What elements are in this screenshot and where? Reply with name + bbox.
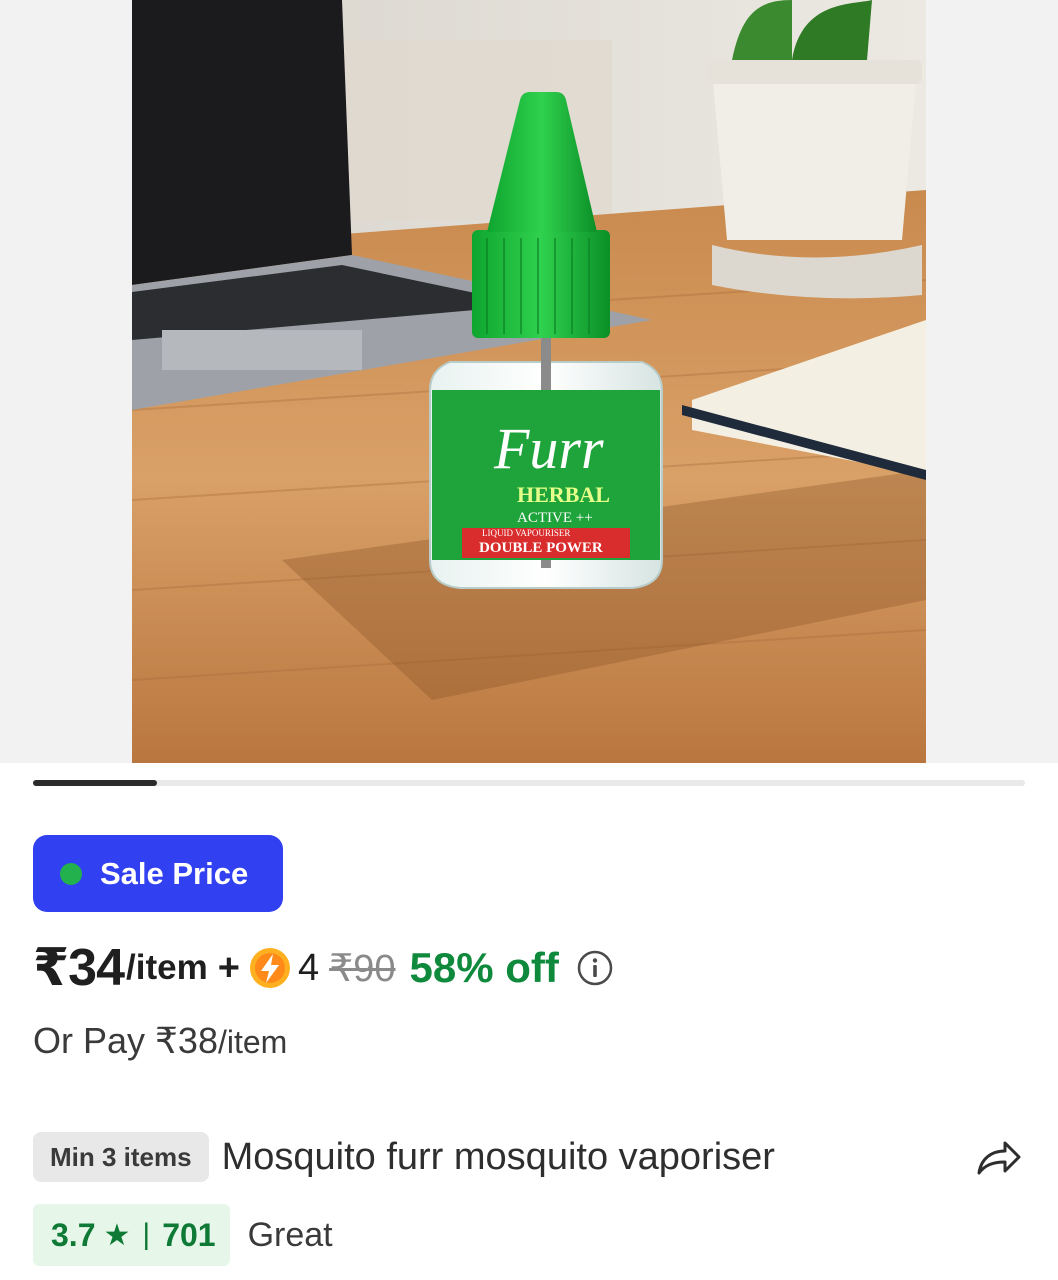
mrp-price: ₹90 [329, 947, 396, 990]
rating-count: 701 [162, 1216, 216, 1253]
alternate-price-unit: /item [217, 1024, 288, 1060]
current-price-unit: /item [126, 948, 208, 987]
carousel-indicator-thumb [33, 780, 157, 786]
alternate-price-value: Or Pay ₹38 [33, 1020, 218, 1061]
lightning-coin-icon [248, 946, 292, 990]
alternate-price: Or Pay ₹38/item [33, 1020, 287, 1062]
product-title: Mosquito furr mosquito vaporiser [221, 1135, 775, 1178]
info-icon[interactable] [577, 950, 613, 986]
price-plus-sign: + [217, 946, 240, 989]
sale-price-badge: Sale Price [33, 835, 283, 912]
rating-row: 3.7 ★ | 701 Great [33, 1204, 333, 1266]
rating-score: 3.7 [51, 1216, 96, 1253]
label-line4-text: DOUBLE POWER [479, 540, 603, 556]
product-title-row: Min 3 items Mosquito furr mosquito vapor… [33, 1131, 1033, 1183]
label-brand-text: Furr [493, 416, 604, 481]
rating-label: Great [247, 1215, 333, 1254]
share-icon[interactable] [973, 1131, 1025, 1183]
sale-price-label: Sale Price [100, 855, 249, 891]
product-image[interactable]: Furr HERBAL ACTIVE ++ LIQUID VAPOURISER … [132, 0, 926, 763]
image-gallery[interactable]: Furr HERBAL ACTIVE ++ LIQUID VAPOURISER … [0, 0, 1058, 763]
coin-count: 4 [297, 946, 320, 989]
label-line1-text: HERBAL [517, 482, 610, 507]
current-price: ₹34 [33, 939, 125, 997]
price-row: ₹34 /item + 4 ₹90 58% off [33, 936, 613, 1000]
label-line2-text: ACTIVE ++ [517, 510, 593, 526]
discount-percent: 58% off [409, 944, 559, 991]
sale-status-dot [60, 862, 82, 885]
rating-separator: | [142, 1218, 151, 1251]
carousel-indicator [33, 780, 1025, 786]
star-icon: ★ [103, 1218, 131, 1252]
min-quantity-badge: Min 3 items [33, 1132, 209, 1182]
rating-badge[interactable]: 3.7 ★ | 701 [33, 1204, 230, 1266]
label-line3-text: LIQUID VAPOURISER [482, 528, 570, 538]
